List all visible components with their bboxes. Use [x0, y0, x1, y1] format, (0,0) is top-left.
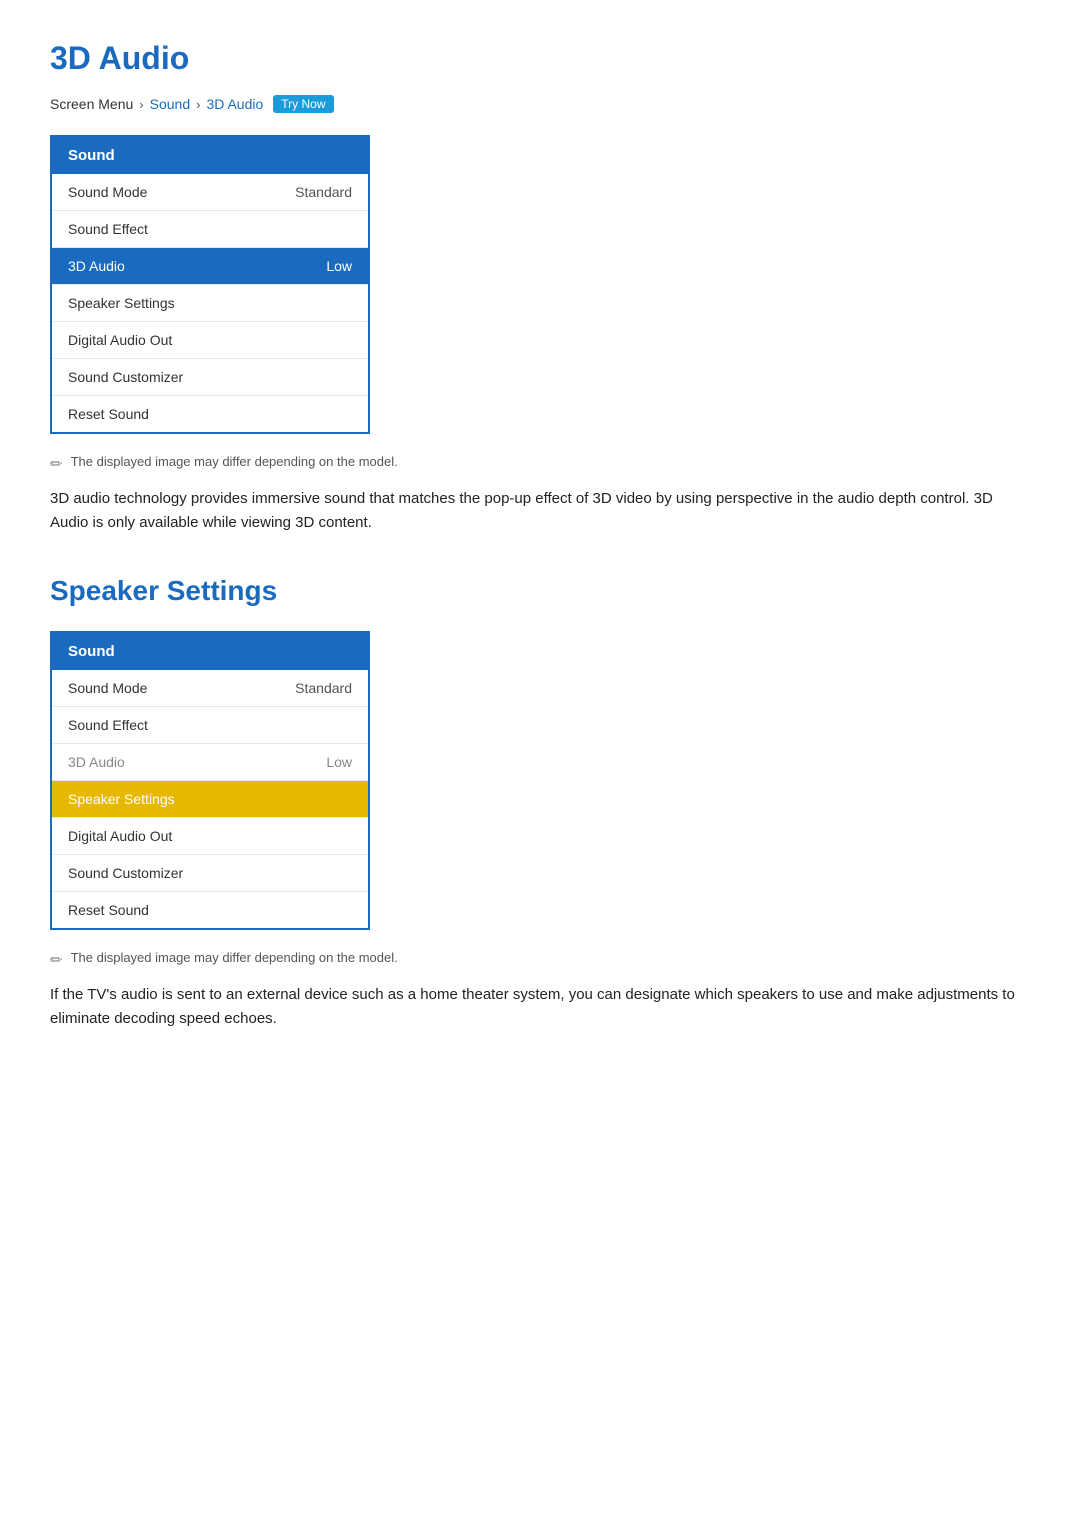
menu-header-1: Sound — [52, 137, 368, 174]
menu-item-label: Sound Mode — [68, 680, 147, 696]
body-text-1: 3D audio technology provides immersive s… — [50, 487, 1030, 535]
page-title-2: Speaker Settings — [50, 575, 1030, 607]
menu-item-digital-audio-2[interactable]: Digital Audio Out — [52, 818, 368, 855]
menu-item-sound-customizer-2[interactable]: Sound Customizer — [52, 855, 368, 892]
try-now-badge-1[interactable]: Try Now — [273, 95, 333, 113]
menu-item-value: Standard — [295, 184, 352, 200]
breadcrumb-sep-2: › — [196, 97, 200, 112]
menu-item-label: Reset Sound — [68, 406, 149, 422]
menu-box-2: Sound Sound Mode Standard Sound Effect 3… — [50, 631, 370, 930]
menu-item-label: Speaker Settings — [68, 295, 175, 311]
note-text-1: The displayed image may differ depending… — [71, 454, 398, 469]
menu-item-reset-sound-2[interactable]: Reset Sound — [52, 892, 368, 928]
menu-item-label: Reset Sound — [68, 902, 149, 918]
breadcrumb-sep-1: › — [139, 97, 143, 112]
menu-item-sound-effect-2[interactable]: Sound Effect — [52, 707, 368, 744]
menu-item-value: Low — [326, 258, 352, 274]
note-row-1: ✏ The displayed image may differ dependi… — [50, 454, 1030, 473]
menu-header-2: Sound — [52, 633, 368, 670]
menu-item-label: Digital Audio Out — [68, 828, 172, 844]
menu-item-speaker-settings-2[interactable]: Speaker Settings — [52, 781, 368, 818]
menu-item-sound-mode-1[interactable]: Sound Mode Standard — [52, 174, 368, 211]
note-row-2: ✏ The displayed image may differ dependi… — [50, 950, 1030, 969]
menu-item-sound-effect-1[interactable]: Sound Effect — [52, 211, 368, 248]
menu-item-label: 3D Audio — [68, 258, 125, 274]
menu-item-value: Standard — [295, 680, 352, 696]
menu-item-reset-sound-1[interactable]: Reset Sound — [52, 396, 368, 432]
menu-item-sound-customizer-1[interactable]: Sound Customizer — [52, 359, 368, 396]
menu-item-digital-audio-1[interactable]: Digital Audio Out — [52, 322, 368, 359]
menu-item-sound-mode-2[interactable]: Sound Mode Standard — [52, 670, 368, 707]
menu-item-label: Sound Customizer — [68, 369, 183, 385]
breadcrumb-sound-link-1[interactable]: Sound — [150, 96, 190, 112]
pencil-icon-2: ✏ — [50, 951, 63, 969]
menu-item-label: 3D Audio — [68, 754, 125, 770]
menu-item-label: Sound Effect — [68, 717, 148, 733]
menu-item-3daudio-1[interactable]: 3D Audio Low — [52, 248, 368, 285]
breadcrumb-screen-menu: Screen Menu — [50, 96, 133, 112]
note-text-2: The displayed image may differ depending… — [71, 950, 398, 965]
body-text-2: If the TV's audio is sent to an external… — [50, 983, 1030, 1031]
menu-item-label: Digital Audio Out — [68, 332, 172, 348]
page-title-1: 3D Audio — [50, 40, 1030, 77]
menu-item-label: Sound Customizer — [68, 865, 183, 881]
menu-item-3daudio-2[interactable]: 3D Audio Low — [52, 744, 368, 781]
menu-item-label: Sound Effect — [68, 221, 148, 237]
menu-box-1: Sound Sound Mode Standard Sound Effect 3… — [50, 135, 370, 434]
menu-item-label: Sound Mode — [68, 184, 147, 200]
pencil-icon-1: ✏ — [50, 455, 63, 473]
breadcrumb-1: Screen Menu › Sound › 3D Audio Try Now — [50, 95, 1030, 113]
menu-item-label: Speaker Settings — [68, 791, 175, 807]
breadcrumb-3daudio-link[interactable]: 3D Audio — [206, 96, 263, 112]
menu-item-value: Low — [326, 754, 352, 770]
menu-item-speaker-settings-1[interactable]: Speaker Settings — [52, 285, 368, 322]
